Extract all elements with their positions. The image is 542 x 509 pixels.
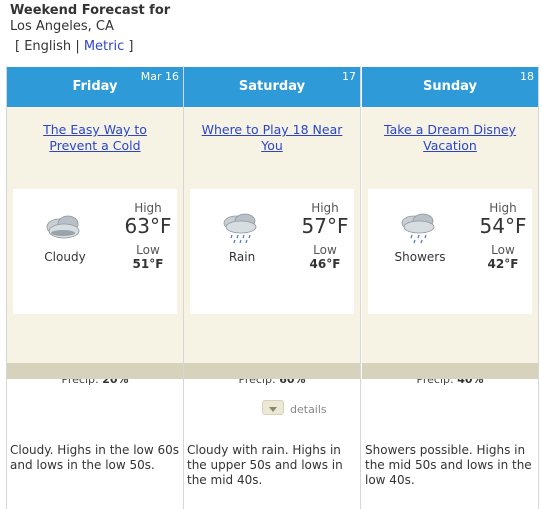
promo-link[interactable]: The Easy Way to Prevent a Cold xyxy=(23,122,167,154)
day-date: 17 xyxy=(342,70,356,83)
location-label: Los Angeles, CA xyxy=(10,19,114,34)
low-label: Low xyxy=(136,243,160,257)
weather-box: Showers High 54°F Low 42°F xyxy=(368,189,532,314)
units-switcher: [ English | Metric ] xyxy=(15,39,133,54)
low-temp: 42°F xyxy=(487,257,519,271)
high-temp: 57°F xyxy=(301,214,349,238)
page-title: Weekend Forecast for xyxy=(10,3,171,18)
day-name: Sunday xyxy=(422,79,478,94)
details-toggle[interactable]: details xyxy=(256,398,336,418)
high-label: High xyxy=(489,201,517,215)
day-header: Saturday 17 xyxy=(184,67,360,107)
details-button[interactable] xyxy=(262,400,284,415)
day-panel: Where to Play 18 Near You Rain High 57°F xyxy=(184,107,360,386)
units-separator: | xyxy=(75,39,80,54)
day-column-friday: Friday Mar 16 The Easy Way to Prevent a … xyxy=(7,66,184,509)
cloudy-icon xyxy=(46,215,80,239)
divider-band xyxy=(7,363,183,379)
condition-label: Cloudy xyxy=(44,250,86,264)
promo-link[interactable]: Where to Play 18 Near You xyxy=(200,122,344,154)
divider-band xyxy=(362,363,538,379)
day-panel: Take a Dream Disney Vacation Showers Hig… xyxy=(362,107,538,386)
day-date: Mar 16 xyxy=(140,70,179,83)
day-panel: The Easy Way to Prevent a Cold Cloudy Hi… xyxy=(7,107,183,386)
forecast-summary: Showers possible. Highs in the mid 50s a… xyxy=(365,443,532,487)
divider-band xyxy=(184,363,360,379)
day-header: Friday Mar 16 xyxy=(7,67,183,107)
weather-box: Cloudy High 63°F Low 51°F xyxy=(13,189,177,314)
day-column-sunday: Sunday 18 Take a Dream Disney Vacation S… xyxy=(362,66,539,509)
high-temp: 63°F xyxy=(124,214,172,238)
rain-icon xyxy=(223,213,257,244)
forecast-grid: Friday Mar 16 The Easy Way to Prevent a … xyxy=(6,66,541,509)
details-label[interactable]: details xyxy=(290,403,327,416)
high-label: High xyxy=(311,201,339,215)
high-temp: 54°F xyxy=(479,214,527,238)
weather-box: Rain High 57°F Low 46°F xyxy=(190,189,354,314)
day-header: Sunday 18 xyxy=(362,67,538,107)
condition-label: Showers xyxy=(394,250,446,264)
units-bracket-open: [ xyxy=(15,39,21,54)
units-metric-link[interactable]: Metric xyxy=(84,39,124,54)
low-temp: 46°F xyxy=(309,257,341,271)
day-date: 18 xyxy=(520,70,534,83)
day-column-saturday: Saturday 17 Where to Play 18 Near You Ra… xyxy=(184,66,361,509)
forecast-summary: Cloudy. Highs in the low 60s and lows in… xyxy=(10,443,180,472)
low-label: Low xyxy=(313,243,337,257)
units-english[interactable]: English xyxy=(24,39,71,54)
high-label: High xyxy=(134,201,162,215)
showers-icon xyxy=(401,213,435,244)
low-temp: 51°F xyxy=(132,257,164,271)
units-bracket-close: ] xyxy=(128,39,134,54)
day-name: Saturday xyxy=(238,79,306,94)
promo-link[interactable]: Take a Dream Disney Vacation xyxy=(378,122,522,154)
low-label: Low xyxy=(491,243,515,257)
condition-label: Rain xyxy=(228,250,256,264)
chevron-down-icon xyxy=(269,407,277,412)
forecast-summary: Cloudy with rain. Highs in the upper 50s… xyxy=(187,443,343,487)
